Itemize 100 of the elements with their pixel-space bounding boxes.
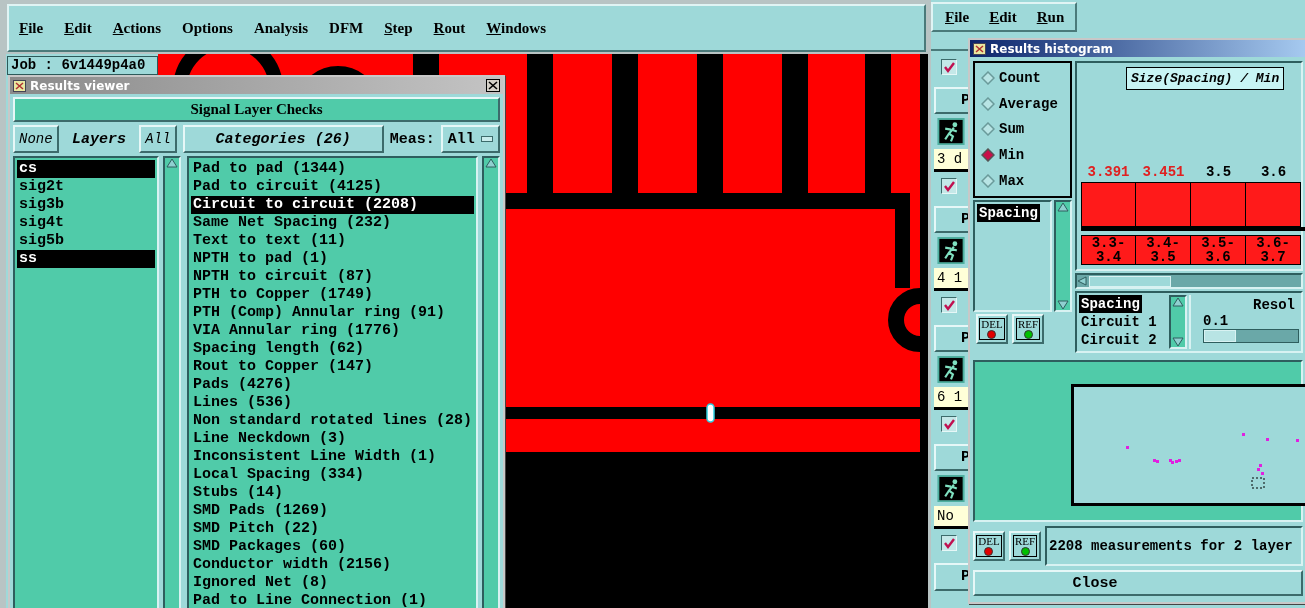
category-item[interactable]: Pad to pad (1344): [191, 160, 474, 178]
up-arrow-icon[interactable]: [166, 158, 178, 168]
up-arrow-icon[interactable]: [1172, 297, 1184, 307]
dot-icon: [984, 547, 994, 556]
category-item[interactable]: Rout to Copper (147): [191, 358, 474, 376]
category-item[interactable]: VIA Annular ring (1776): [191, 322, 474, 340]
status-text: 2208 measurements for 2 layer: [1049, 538, 1293, 554]
category-item[interactable]: Pads (4276): [191, 376, 474, 394]
category-item[interactable]: Line Neckdown (3): [191, 430, 474, 448]
histogram-bar[interactable]: [1136, 182, 1191, 227]
histogram-bar[interactable]: [1246, 182, 1301, 227]
category-item[interactable]: Ignored Net (8): [191, 574, 474, 592]
mode-label: Min: [999, 147, 1025, 164]
category-item[interactable]: Inconsistent Line Width (1): [191, 448, 474, 466]
dropdown-indicator-icon: [480, 136, 493, 142]
running-figure-icon[interactable]: [937, 117, 965, 145]
dot-icon: [1020, 547, 1030, 556]
filter-item[interactable]: Circuit 2: [1079, 331, 1159, 349]
refresh-button[interactable]: REF: [1012, 314, 1044, 344]
left-arrow-icon[interactable]: [1077, 276, 1087, 286]
menu-item[interactable]: DFM: [329, 19, 364, 37]
scrollbar[interactable]: [482, 156, 500, 608]
category-item[interactable]: Same Net Spacing (232): [191, 214, 474, 232]
layer-item[interactable]: sig2t: [17, 178, 155, 196]
menu-item[interactable]: Edit: [989, 8, 1017, 26]
category-item[interactable]: Lines (536): [191, 394, 474, 412]
layer-item[interactable]: cs: [17, 160, 155, 178]
menu-item[interactable]: Windows: [486, 19, 547, 37]
refresh-button[interactable]: REF: [1009, 531, 1041, 561]
resolution-slider[interactable]: [1203, 329, 1299, 343]
category-item[interactable]: PTH (Comp) Annular ring (91): [191, 304, 474, 322]
category-item[interactable]: Circuit to circuit (2208): [191, 196, 474, 214]
menu-item[interactable]: Actions: [112, 19, 162, 37]
category-item[interactable]: Pad to circuit (4125): [191, 178, 474, 196]
radio-button[interactable]: [981, 70, 995, 85]
category-item[interactable]: Local Spacing (334): [191, 466, 474, 484]
scrollbar[interactable]: [1169, 295, 1187, 349]
delete-button[interactable]: DEL: [976, 314, 1008, 344]
category-item[interactable]: Non standard rotated lines (28): [191, 412, 474, 430]
categories-button[interactable]: Categories (26): [182, 125, 384, 153]
running-figure-icon[interactable]: [937, 355, 965, 383]
mode-label: Count: [999, 69, 1041, 86]
measure-item[interactable]: Spacing: [977, 204, 1040, 222]
down-arrow-icon[interactable]: [1172, 337, 1184, 347]
menu-item[interactable]: File: [945, 8, 970, 26]
delete-button[interactable]: DEL: [973, 531, 1005, 561]
category-item[interactable]: PTH to Copper (1749): [191, 286, 474, 304]
category-item[interactable]: Pad to Line Connection (1): [191, 592, 474, 608]
layer-item[interactable]: sig5b: [17, 232, 155, 250]
running-figure-icon[interactable]: [937, 474, 965, 502]
layer-item[interactable]: ss: [17, 250, 155, 268]
window-title: Results viewer: [30, 78, 131, 93]
close-icon[interactable]: [486, 79, 500, 92]
window-icon: [13, 79, 26, 92]
horizontal-scrollbar[interactable]: [1075, 273, 1303, 289]
scrollbar[interactable]: [163, 156, 181, 608]
scrollbar[interactable]: [1054, 200, 1072, 312]
category-item[interactable]: Stubs (14): [191, 484, 474, 502]
checkbox[interactable]: [941, 415, 957, 432]
radio-button[interactable]: [981, 122, 995, 137]
menu-item[interactable]: Analysis: [253, 19, 309, 37]
meas-dropdown[interactable]: All: [440, 125, 500, 153]
menu-item[interactable]: Step: [384, 19, 413, 37]
filter-item[interactable]: Circuit 1: [1079, 313, 1159, 331]
checkbox[interactable]: [941, 534, 957, 551]
mode-label: Average: [999, 95, 1058, 112]
checkbox[interactable]: [941, 58, 957, 75]
histogram-bar[interactable]: [1081, 182, 1136, 227]
filter-item[interactable]: Spacing: [1079, 295, 1142, 313]
category-item[interactable]: SMD Pads (1269): [191, 502, 474, 520]
histogram-bar[interactable]: [1191, 182, 1246, 227]
close-button[interactable]: Close: [973, 570, 1303, 596]
menu-item[interactable]: Rout: [433, 19, 466, 37]
menu-item[interactable]: Options: [182, 19, 233, 37]
running-figure-icon[interactable]: [937, 236, 965, 264]
category-item[interactable]: NPTH to pad (1): [191, 250, 474, 268]
category-item[interactable]: Spacing length (62): [191, 340, 474, 358]
signal-layer-checks-button[interactable]: Signal Layer Checks: [13, 97, 500, 122]
radio-button[interactable]: [981, 174, 995, 189]
category-item[interactable]: SMD Pitch (22): [191, 520, 474, 538]
menu-item[interactable]: File: [19, 19, 44, 37]
menu-item[interactable]: Run: [1036, 8, 1065, 26]
none-button[interactable]: None: [13, 125, 59, 153]
category-item[interactable]: Text to text (11): [191, 232, 474, 250]
checkbox[interactable]: [941, 177, 957, 194]
category-item[interactable]: Conductor width (2156): [191, 556, 474, 574]
category-item[interactable]: SMD Packages (60): [191, 538, 474, 556]
radio-button[interactable]: [981, 96, 995, 111]
layer-item[interactable]: sig4t: [17, 214, 155, 232]
menu-item[interactable]: Edit: [64, 19, 92, 37]
checkbox[interactable]: [941, 296, 957, 313]
down-arrow-icon[interactable]: [1057, 300, 1069, 310]
resolution-value: 0.1: [1203, 313, 1230, 329]
all-button[interactable]: All: [139, 125, 177, 153]
radio-button[interactable]: [981, 148, 995, 163]
layer-item[interactable]: sig3b: [17, 196, 155, 214]
up-arrow-icon[interactable]: [1057, 202, 1069, 212]
category-item[interactable]: NPTH to circuit (87): [191, 268, 474, 286]
slider-thumb[interactable]: [1204, 330, 1236, 342]
up-arrow-icon[interactable]: [485, 158, 497, 168]
